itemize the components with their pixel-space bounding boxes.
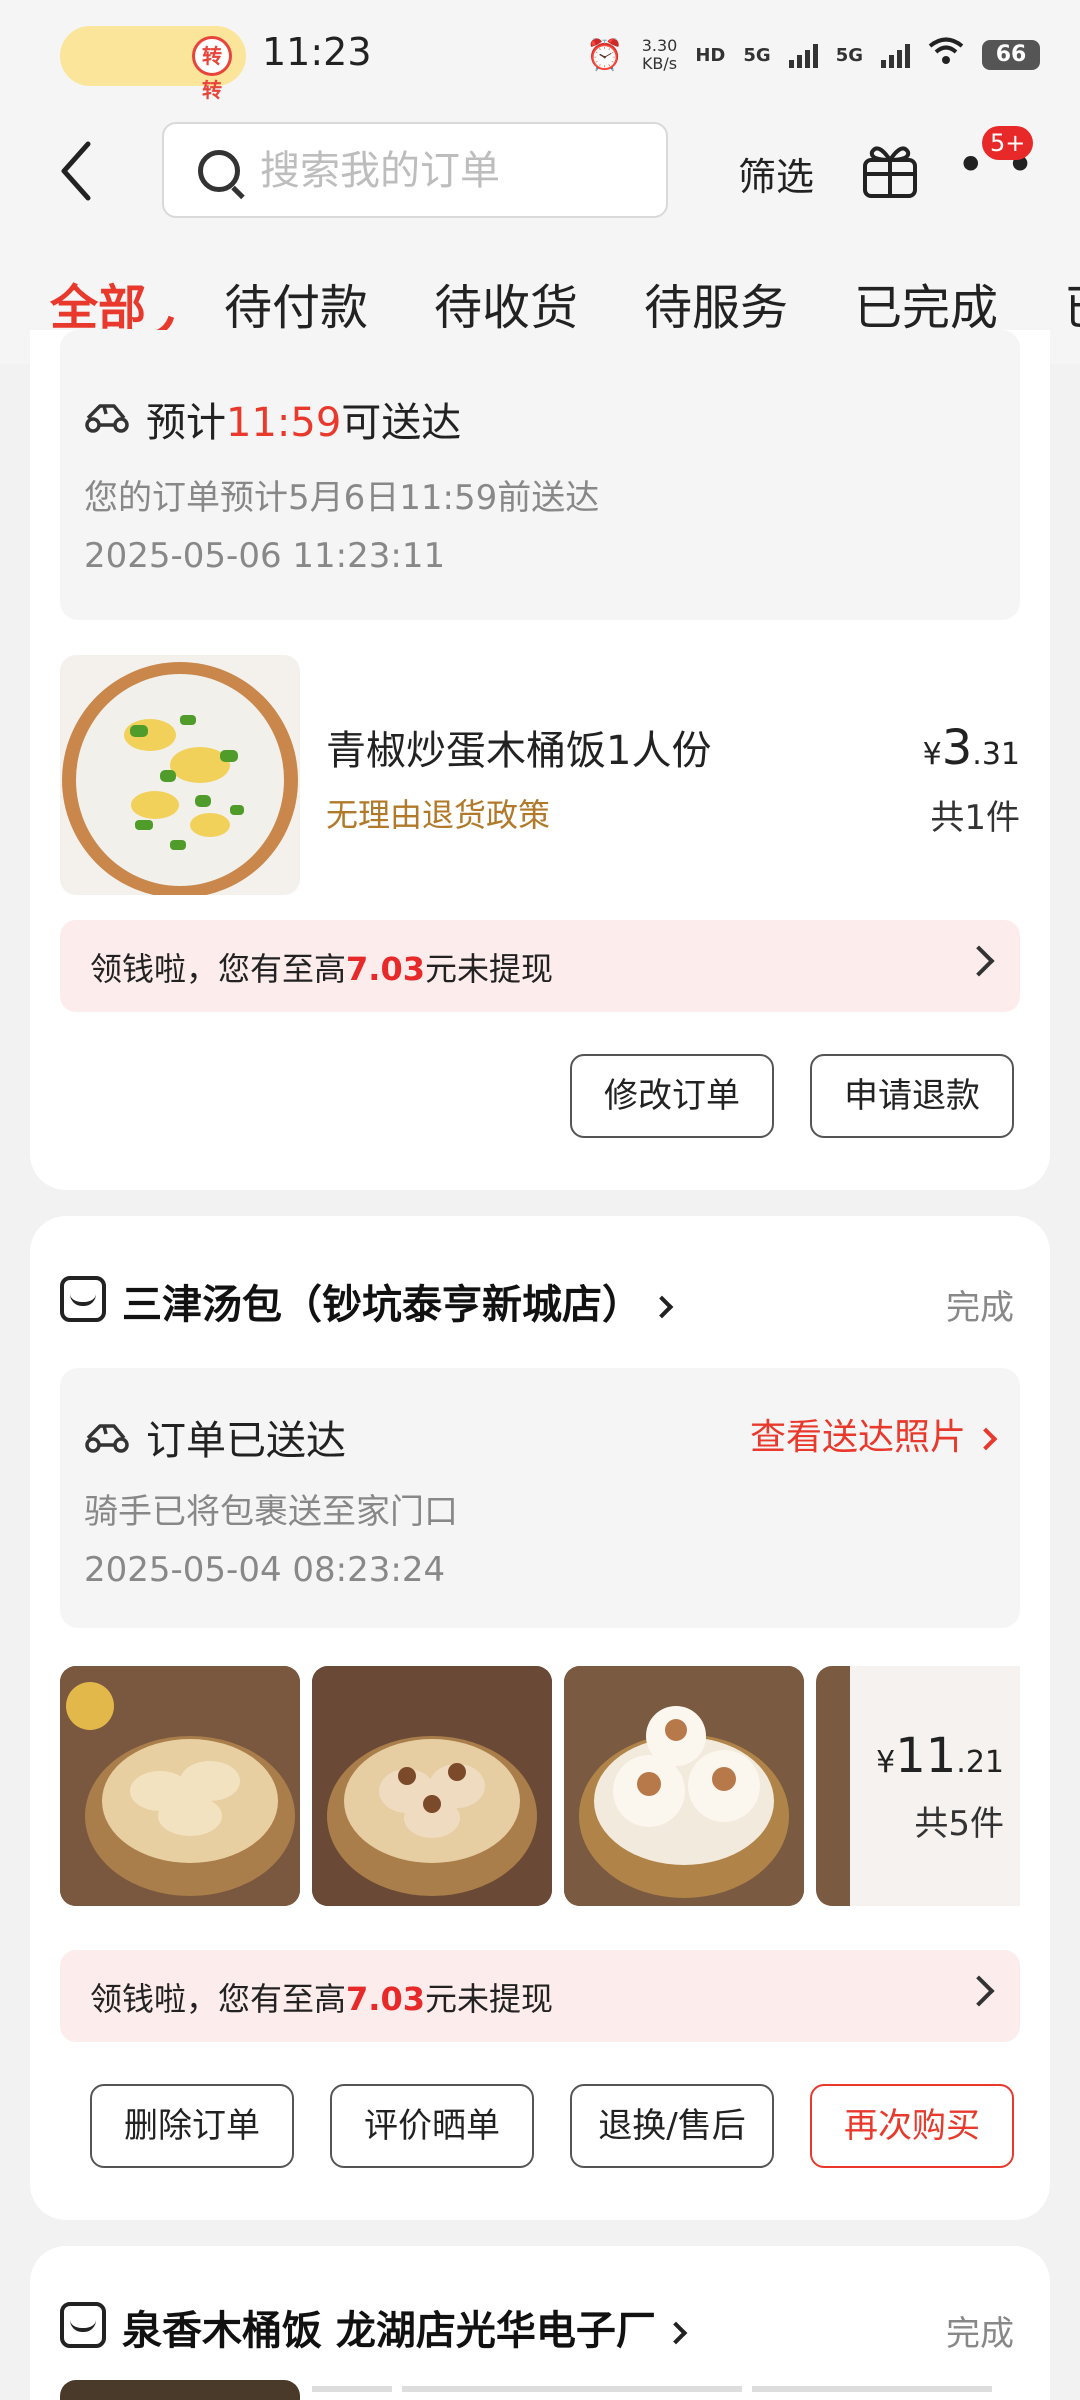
divider <box>312 2386 392 2392</box>
product-image[interactable] <box>312 1666 552 1906</box>
chevron-right-icon <box>963 945 995 977</box>
buy-again-button[interactable]: 再次购买 <box>810 2084 1014 2168</box>
product-name[interactable]: 青椒炒蛋木桶饭1人份 <box>326 718 711 776</box>
signal-5g-label: 5G <box>743 44 771 66</box>
notification-pill[interactable]: 转转 <box>60 26 246 102</box>
delivery-eta: 预计11:59可送达 <box>146 400 462 446</box>
product-image[interactable] <box>564 1666 804 1906</box>
tab-more[interactable]: 已 <box>1064 268 1080 338</box>
view-delivery-photo-link[interactable]: 查看送达照片 <box>750 1408 998 1460</box>
divider <box>402 2386 742 2392</box>
order-status: 完成 <box>946 2314 1014 2354</box>
order-card: 泉香木桶饭 龙湖店光华电子厂 完成 <box>30 2246 1050 2400</box>
store-icon <box>60 2302 106 2348</box>
chevron-right-icon <box>974 1427 998 1451</box>
chevron-right-icon <box>664 2321 688 2345</box>
delivery-note: 您的订单预计5月6日11:59前送达 <box>84 478 600 518</box>
tab-pending-payment[interactable]: 待付款 <box>224 268 368 338</box>
battery-icon: 66 <box>982 40 1040 70</box>
alarm-icon: ⏰ <box>586 37 624 73</box>
product-image-strip[interactable]: ¥11.21 共5件 <box>60 1666 1020 1906</box>
system-icons: ⏰ 3.30 KB/s HD 5G 5G 66 <box>586 30 1040 80</box>
gift-icon[interactable] <box>860 138 920 200</box>
item-count: 共1件 <box>930 798 1020 838</box>
store-icon <box>60 1276 106 1322</box>
scooter-icon <box>85 404 129 433</box>
back-icon[interactable] <box>56 136 106 206</box>
product-image[interactable] <box>60 2380 300 2400</box>
signal-5g-label-2: 5G <box>835 44 863 66</box>
modify-order-button[interactable]: 修改订单 <box>570 1054 774 1138</box>
promo-text: 领钱啦，您有至高7.03元未提现 <box>90 1980 553 2018</box>
delivery-info[interactable]: 订单已送达 查看送达照片 骑手已将包裹送至家门口 2025-05-04 08:2… <box>60 1368 1020 1628</box>
product-image[interactable] <box>60 655 300 895</box>
clock: 11:23 <box>262 30 372 74</box>
signal-icon-2 <box>881 42 910 68</box>
delivery-note: 骑手已将包裹送至家门口 <box>84 1492 458 1532</box>
item-count: 共5件 <box>914 1804 1004 1844</box>
order-status: 完成 <box>946 1288 1014 1328</box>
delivery-status: 订单已送达 <box>146 1418 346 1464</box>
order-card: 三津汤包（钞坑泰亨新城店） 完成 订单已送达 查看送达照片 骑手已将包裹送至家门… <box>30 1216 1050 2220</box>
order-timestamp: 2025-05-04 08:23:24 <box>84 1550 446 1590</box>
signal-icon <box>788 42 818 68</box>
store-name[interactable]: 泉香木桶饭 龙湖店光华电子厂 <box>122 2298 688 2356</box>
chevron-right-icon <box>650 1295 674 1319</box>
filter-button[interactable]: 筛选 <box>738 146 814 201</box>
chevron-right-icon <box>963 1975 995 2007</box>
strip-overlay <box>850 1666 1020 1906</box>
tab-all[interactable]: 全部 <box>50 268 146 338</box>
app-badge-icon: 转转 <box>192 36 232 102</box>
tab-pending-service[interactable]: 待服务 <box>644 268 788 338</box>
return-policy: 无理由退货政策 <box>326 796 551 834</box>
promo-text: 领钱啦，您有至高7.03元未提现 <box>90 950 553 988</box>
search-icon <box>198 150 240 192</box>
product-image[interactable] <box>60 1666 300 1906</box>
cash-promo-banner[interactable]: 领钱啦，您有至高7.03元未提现 <box>60 1950 1020 2042</box>
request-refund-button[interactable]: 申请退款 <box>810 1054 1014 1138</box>
cash-promo-banner[interactable]: 领钱啦，您有至高7.03元未提现 <box>60 920 1020 1012</box>
search-box[interactable] <box>162 122 668 218</box>
header: 筛选 • • 5+ <box>0 112 1080 236</box>
hd-icon: HD <box>695 44 726 66</box>
delivery-info[interactable]: 预计11:59可送达 您的订单预计5月6日11:59前送达 2025-05-06… <box>60 330 1020 620</box>
search-input[interactable] <box>260 138 650 204</box>
scooter-icon <box>85 1424 129 1453</box>
store-name[interactable]: 三津汤包（钞坑泰亨新城店） <box>122 1272 674 1330</box>
wifi-icon <box>928 37 964 73</box>
tab-pending-receipt[interactable]: 待收货 <box>434 268 578 338</box>
return-exchange-button[interactable]: 退换/售后 <box>570 2084 774 2168</box>
tab-completed[interactable]: 已完成 <box>854 268 998 338</box>
order-timestamp: 2025-05-06 11:23:11 <box>84 536 446 576</box>
message-count-badge: 5+ <box>982 126 1034 160</box>
status-bar: 转转 11:23 ⏰ 3.30 KB/s HD 5G 5G 66 <box>0 0 1080 112</box>
network-speed: 3.30 KB/s <box>641 36 678 73</box>
divider <box>752 2386 992 2392</box>
delete-order-button[interactable]: 删除订单 <box>90 2084 294 2168</box>
order-price: ¥11.21 <box>876 1728 1004 1784</box>
order-price: ¥3.31 <box>922 720 1020 776</box>
review-button[interactable]: 评价晒单 <box>330 2084 534 2168</box>
order-card: 预计11:59可送达 您的订单预计5月6日11:59前送达 2025-05-06… <box>30 330 1050 1190</box>
